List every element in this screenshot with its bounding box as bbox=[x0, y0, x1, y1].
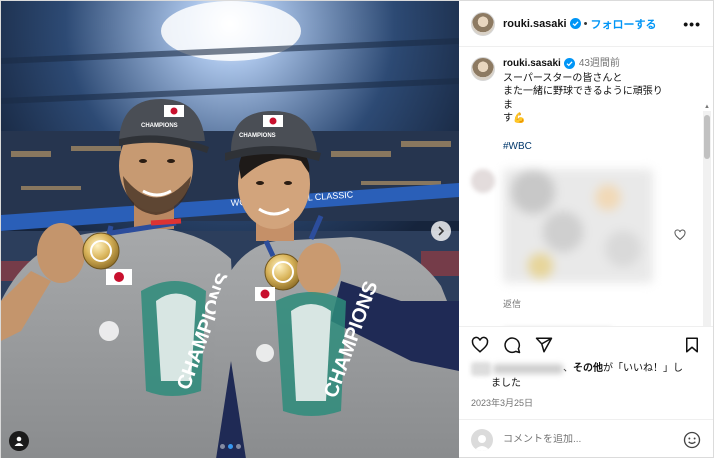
carousel-dot[interactable] bbox=[235, 444, 241, 449]
next-arrow-button[interactable] bbox=[431, 221, 451, 241]
carousel-dot-active[interactable] bbox=[227, 444, 233, 449]
scroll-thumb[interactable] bbox=[704, 115, 710, 159]
comment-icon[interactable] bbox=[503, 336, 521, 354]
next-arrow-icon bbox=[438, 226, 445, 236]
more-icon[interactable]: ••• bbox=[683, 16, 701, 32]
caption: rouki.sasaki 43週間前 スーパースターの皆さんと また一緒に野球で… bbox=[471, 57, 701, 153]
left-cap-text: CHAMPIONS bbox=[141, 123, 178, 129]
header-separator: • bbox=[583, 17, 588, 30]
heart-icon[interactable] bbox=[471, 336, 489, 354]
verified-icon bbox=[569, 18, 581, 29]
post-date[interactable]: 2023年3月25日 bbox=[459, 391, 713, 409]
likes-line2: ました bbox=[491, 377, 521, 389]
action-bar bbox=[459, 326, 713, 362]
share-icon[interactable] bbox=[535, 336, 553, 354]
reply-link[interactable]: 返信 bbox=[503, 297, 521, 310]
emoji-icon[interactable] bbox=[683, 431, 701, 449]
carousel-dots bbox=[1, 444, 459, 449]
tag-user-icon bbox=[14, 436, 24, 446]
header-username[interactable]: rouki.sasaki bbox=[503, 18, 567, 30]
caption-time[interactable]: 43週間前 bbox=[579, 57, 620, 71]
verified-icon bbox=[563, 58, 575, 70]
comments-area: rouki.sasaki 43週間前 スーパースターの皆さんと また一緒に野球で… bbox=[459, 47, 713, 326]
user-silhouette-icon bbox=[474, 434, 490, 451]
likes-prefix: 、 bbox=[563, 363, 573, 374]
photo-scene: WORLD BASEBALL CLASSIC CHAMPIONS bbox=[1, 1, 459, 458]
caption-text: スーパースターの皆さんと また一緒に野球できるように頑張りま す💪 bbox=[503, 72, 663, 125]
follow-button[interactable]: フォローする bbox=[590, 16, 656, 32]
blurred-comment: 返信 bbox=[471, 169, 701, 309]
post-header: rouki.sasaki • フォローする ••• bbox=[459, 1, 713, 47]
post-photo[interactable]: WORLD BASEBALL CLASSIC CHAMPIONS bbox=[1, 1, 459, 458]
caption-avatar[interactable] bbox=[471, 57, 495, 81]
right-cap-text: CHAMPIONS bbox=[239, 133, 276, 139]
hashtag-link[interactable]: #WBC bbox=[503, 140, 665, 154]
comment-avatar[interactable] bbox=[471, 169, 495, 193]
likes-summary: 、 その他 が「いいね！」し ました bbox=[459, 362, 713, 391]
scroll-up-icon[interactable]: ▲ bbox=[703, 103, 711, 111]
add-comment-bar bbox=[459, 419, 713, 458]
tag-user-button[interactable] bbox=[9, 431, 29, 451]
instagram-post: WORLD BASEBALL CLASSIC CHAMPIONS bbox=[0, 0, 714, 458]
comment-heart-icon[interactable] bbox=[674, 229, 686, 241]
comment-input[interactable] bbox=[503, 434, 683, 445]
avatar[interactable] bbox=[471, 11, 495, 36]
likes-suffix: が「いいね！」し bbox=[603, 363, 683, 374]
liker-avatar-blurred bbox=[471, 362, 491, 377]
caption-username[interactable]: rouki.sasaki bbox=[503, 57, 561, 71]
blurred-comment-content bbox=[503, 169, 653, 283]
bookmark-icon[interactable] bbox=[683, 336, 701, 354]
scrollbar[interactable]: ▲ ▼ bbox=[703, 103, 711, 326]
scroll-track[interactable] bbox=[703, 111, 711, 326]
post-side-panel: rouki.sasaki • フォローする ••• rouki.sasaki 4… bbox=[459, 1, 713, 458]
likes-others-link[interactable]: その他 bbox=[573, 362, 603, 377]
carousel-dot[interactable] bbox=[219, 444, 225, 449]
liker-name-blurred bbox=[493, 364, 563, 375]
current-user-avatar bbox=[471, 428, 493, 451]
